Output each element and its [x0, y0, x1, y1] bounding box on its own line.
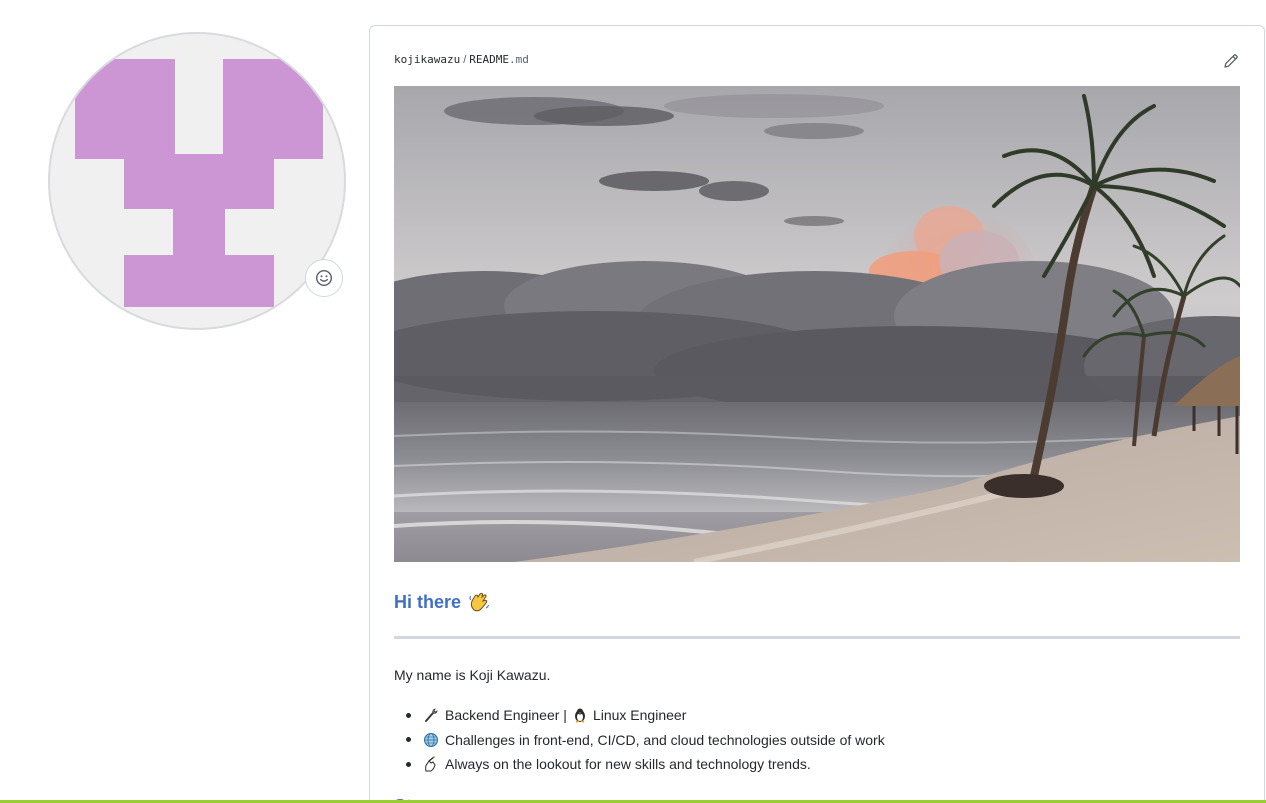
list-item: Always on the lookout for new skills and…: [394, 752, 885, 777]
readme-card: kojikawazu / README.md Hi there My name …: [369, 25, 1265, 803]
list-item: Backend Engineer | Linux Engineer: [394, 703, 885, 728]
beach-image: [394, 86, 1240, 562]
readme-hero-image: [394, 86, 1240, 562]
intro-text: My name is Koji Kawazu.: [394, 667, 551, 683]
set-status-button[interactable]: [305, 259, 343, 297]
pencil-icon: [1224, 54, 1238, 68]
smiley-icon: [315, 269, 333, 287]
identicon-image: [75, 59, 323, 307]
avatar[interactable]: [48, 32, 346, 330]
readme-owner-link[interactable]: kojikawazu: [394, 53, 460, 66]
writing-hand-icon: [423, 756, 439, 772]
readme-path: kojikawazu / README.md: [394, 53, 529, 66]
list-item: Challenges in front-end, CI/CD, and clou…: [394, 728, 885, 753]
bullet: [406, 712, 411, 718]
edit-readme-button[interactable]: [1222, 52, 1240, 70]
list-item-text: Challenges in front-end, CI/CD, and clou…: [445, 731, 885, 748]
path-separator: /: [463, 54, 467, 66]
about-list: Backend Engineer | Linux Engineer Challe…: [394, 703, 885, 777]
heading-text: Hi there: [394, 591, 462, 612]
list-item-text: Always on the lookout for new skills and…: [445, 756, 811, 773]
globe-icon: [423, 732, 439, 748]
readme-heading: Hi there: [394, 591, 490, 613]
readme-file-name[interactable]: README: [469, 53, 509, 66]
readme-file-ext: .md: [509, 53, 529, 66]
bullet: [406, 761, 411, 767]
penguin-icon: [572, 707, 588, 723]
bullet: [406, 737, 411, 743]
list-item-text: Backend Engineer |: [445, 707, 567, 724]
waving-hand-icon: [469, 592, 490, 612]
heading-divider: [394, 636, 1240, 639]
wrench-icon: [423, 707, 439, 723]
list-item-text-2: Linux Engineer: [592, 707, 687, 724]
